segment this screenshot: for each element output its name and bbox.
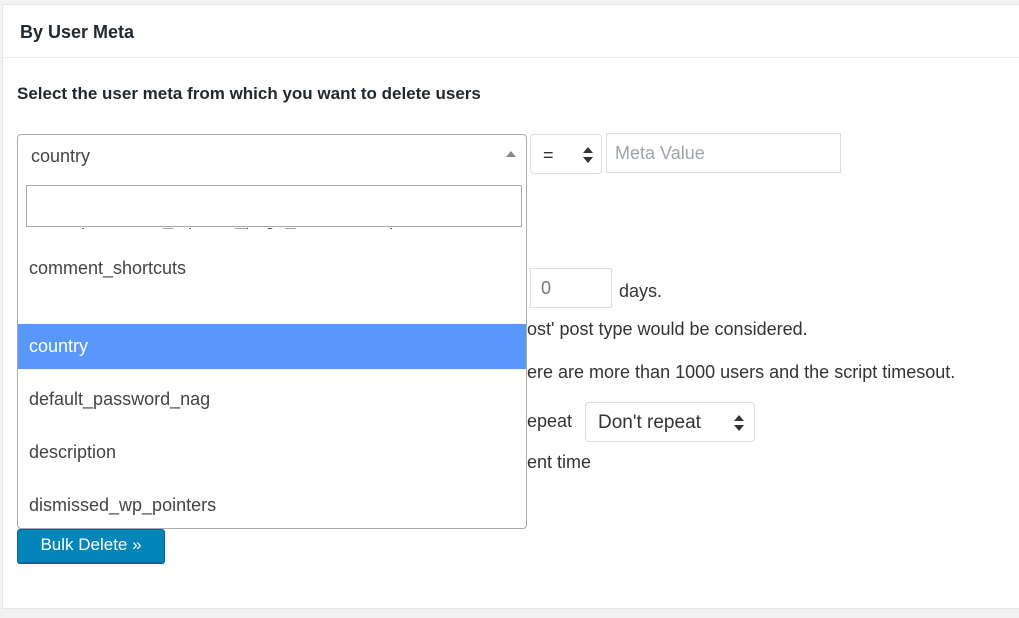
- timeout-note: ere are more than 1000 users and the scr…: [527, 362, 956, 382]
- repeat-selected-value: Don't repeat: [598, 412, 701, 433]
- dropdown-option[interactable]: dismissed_wp_pointers: [18, 483, 526, 528]
- user-meta-selected-value: country: [31, 146, 91, 166]
- dropdown-option[interactable]: closedpostboxes_toplevel_page_bulk-delet…: [18, 228, 526, 242]
- post-type-note: ost' post type would be considered.: [527, 319, 808, 339]
- panel-title: By User Meta: [20, 22, 135, 42]
- up-down-arrows-icon: [583, 147, 593, 163]
- days-input[interactable]: [530, 268, 612, 308]
- dropdown-options-list: closedpostboxes_toplevel_page_bulk-delet…: [18, 228, 526, 528]
- section-heading: Select the user meta from which you want…: [17, 84, 481, 103]
- operator-selected-value: =: [543, 145, 554, 165]
- dropdown-option[interactable]: comment_shortcuts: [18, 246, 526, 291]
- dropdown-option[interactable]: default_password_nag: [18, 377, 526, 422]
- up-down-arrows-icon: [734, 415, 744, 431]
- time-label: ent time: [527, 452, 592, 472]
- dropdown-option[interactable]: description: [18, 430, 526, 475]
- operator-select[interactable]: =: [530, 134, 602, 174]
- user-meta-select[interactable]: country: [17, 134, 527, 174]
- panel-header: By User Meta: [3, 5, 1019, 58]
- chevron-up-icon: [506, 151, 516, 157]
- dropdown-option-highlighted[interactable]: country: [18, 324, 526, 369]
- user-meta-dropdown: closedpostboxes_toplevel_page_bulk-delet…: [17, 173, 527, 529]
- dropdown-search-input[interactable]: [26, 185, 522, 227]
- days-label: days.: [619, 281, 663, 301]
- meta-value-input[interactable]: [606, 133, 841, 173]
- repeat-select[interactable]: Don't repeat: [585, 402, 755, 442]
- repeat-label: epeat: [527, 411, 573, 431]
- bulk-delete-button[interactable]: Bulk Delete »: [17, 529, 165, 563]
